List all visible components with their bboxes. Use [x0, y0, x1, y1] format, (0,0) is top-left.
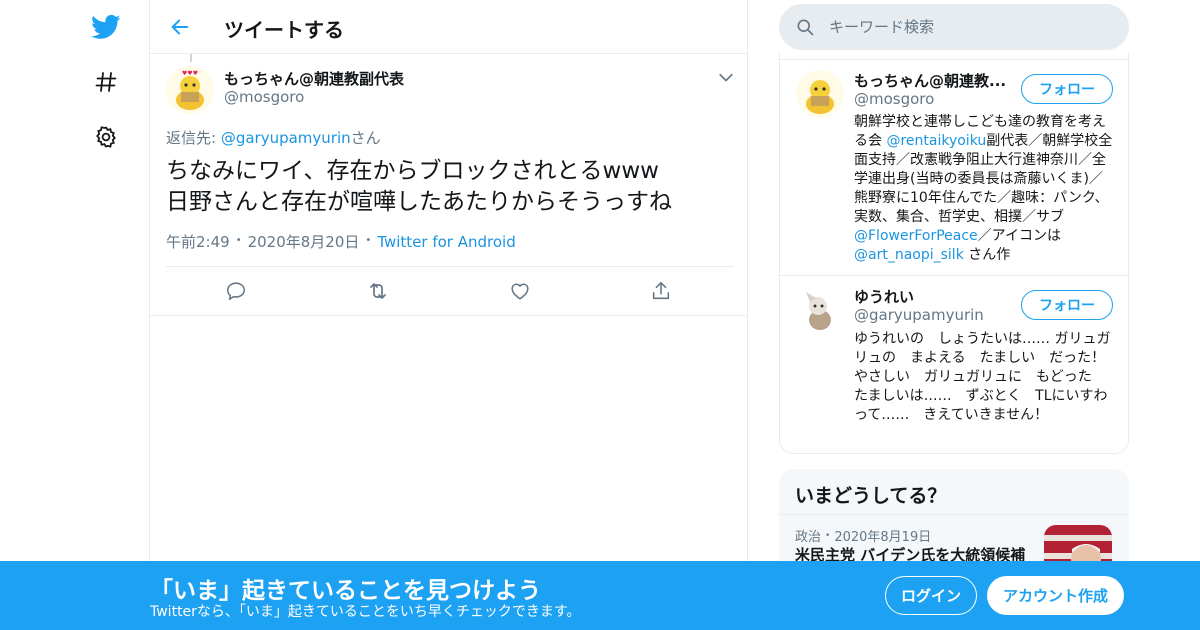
tweet-author-name[interactable]: もっちゃん@朝連教副代表: [224, 68, 404, 89]
like-icon[interactable]: [507, 278, 533, 304]
avatar[interactable]: ♥♥♥: [166, 66, 214, 114]
page-title: ツイートする: [224, 18, 344, 42]
follow-button[interactable]: フォロー: [1021, 290, 1113, 320]
bio-text: さん作: [963, 247, 1011, 263]
reply-to-line: 返信先: @garyupamyurinさん: [166, 127, 381, 148]
bio-text: ／アイコンは: [977, 228, 1061, 244]
divider: [150, 315, 748, 316]
tweet-meta: 午前2:49 • 2020年8月20日 • Twitter for Android: [166, 233, 516, 251]
twitter-bird-icon[interactable]: [86, 7, 126, 47]
divider: [780, 275, 1128, 276]
divider: [779, 514, 1129, 515]
search-input[interactable]: [829, 14, 1109, 40]
divider: [166, 266, 734, 267]
reply-handle-link[interactable]: @garyupamyurin: [221, 129, 351, 147]
chevron-down-icon[interactable]: [716, 68, 736, 88]
user-bio: ゆうれいの しょうたいは…… ガリュガリュの まよえる たましい だった！ やさ…: [854, 331, 1111, 423]
banner-subtitle: Twitterなら、「いま」起きていることをいち早くチェックできます。: [150, 604, 581, 620]
hashtag-icon[interactable]: [86, 62, 126, 102]
bio-mention-link[interactable]: @FlowerForPeace: [854, 228, 978, 244]
tweet-source[interactable]: Twitter for Android: [377, 233, 515, 251]
user-name[interactable]: もっちゃん@朝連教...: [854, 70, 1009, 91]
thread-connector: [190, 54, 192, 62]
tweet-text: ちなみにワイ、存在からブロックされとるwww 日野さんと存在が喧嘩したあたりから…: [166, 156, 736, 218]
trend-meta: 政治 • 2020年8月19日: [795, 530, 932, 545]
left-nav: [0, 0, 150, 630]
retweet-icon[interactable]: [365, 278, 391, 304]
tweet-text-line: ちなみにワイ、存在からブロックされとるwww: [166, 158, 659, 184]
bio-mention-link[interactable]: @art_naopi_silk: [854, 247, 964, 263]
back-arrow-icon[interactable]: [164, 11, 196, 43]
tweet-text-line: 日野さんと存在が喧嘩したあたりからそうっすね: [166, 189, 672, 215]
share-icon[interactable]: [648, 278, 674, 304]
avatar[interactable]: [796, 70, 844, 118]
login-button[interactable]: ログイン: [885, 576, 977, 615]
avatar[interactable]: [796, 286, 844, 334]
main-column: ツイートする ♥♥♥ もっちゃん@朝連教副代表 @mosgoro 返信先: @g…: [150, 0, 748, 630]
trend-category: 政治: [795, 530, 822, 545]
signup-banner: 「いま」起きていることを見つけよう Twitterなら、「いま」起きていることを…: [0, 561, 1200, 630]
related-users-panel: もっちゃん@朝連教... @mosgoro フォロー 朝鮮学校と連帯しこども達の…: [779, 52, 1129, 454]
user-bio: 朝鮮学校と連帯しこども達の教育を考える会 @rentaikyoiku副代表／朝鮮…: [854, 113, 1116, 265]
tweet-author-handle[interactable]: @mosgoro: [224, 88, 304, 106]
user-handle[interactable]: @garyupamyurin: [854, 306, 984, 324]
trend-date: 2020年8月19日: [834, 530, 932, 545]
bio-mention-link[interactable]: @rentaikyoiku: [886, 133, 986, 149]
search-icon: [795, 17, 815, 41]
user-name[interactable]: ゆうれい: [854, 286, 1009, 307]
search-box[interactable]: [779, 4, 1129, 50]
tweet-time[interactable]: 午前2:49: [166, 233, 230, 251]
user-handle[interactable]: @mosgoro: [854, 90, 934, 108]
divider: [780, 59, 1128, 60]
main-header: ツイートする: [150, 0, 748, 54]
tweet-date[interactable]: 2020年8月20日: [248, 233, 360, 251]
follow-button[interactable]: フォロー: [1021, 74, 1113, 104]
svg-text:♥♥♥: ♥♥♥: [182, 70, 198, 77]
signup-button[interactable]: アカウント作成: [987, 576, 1124, 615]
trends-title: いまどうしてる？: [795, 485, 947, 507]
gear-icon[interactable]: [86, 117, 126, 157]
reply-icon[interactable]: [223, 278, 249, 304]
reply-suffix: さん: [350, 129, 381, 147]
reply-prefix: 返信先:: [166, 129, 221, 147]
banner-title: 「いま」起きていることを見つけよう: [150, 578, 541, 604]
